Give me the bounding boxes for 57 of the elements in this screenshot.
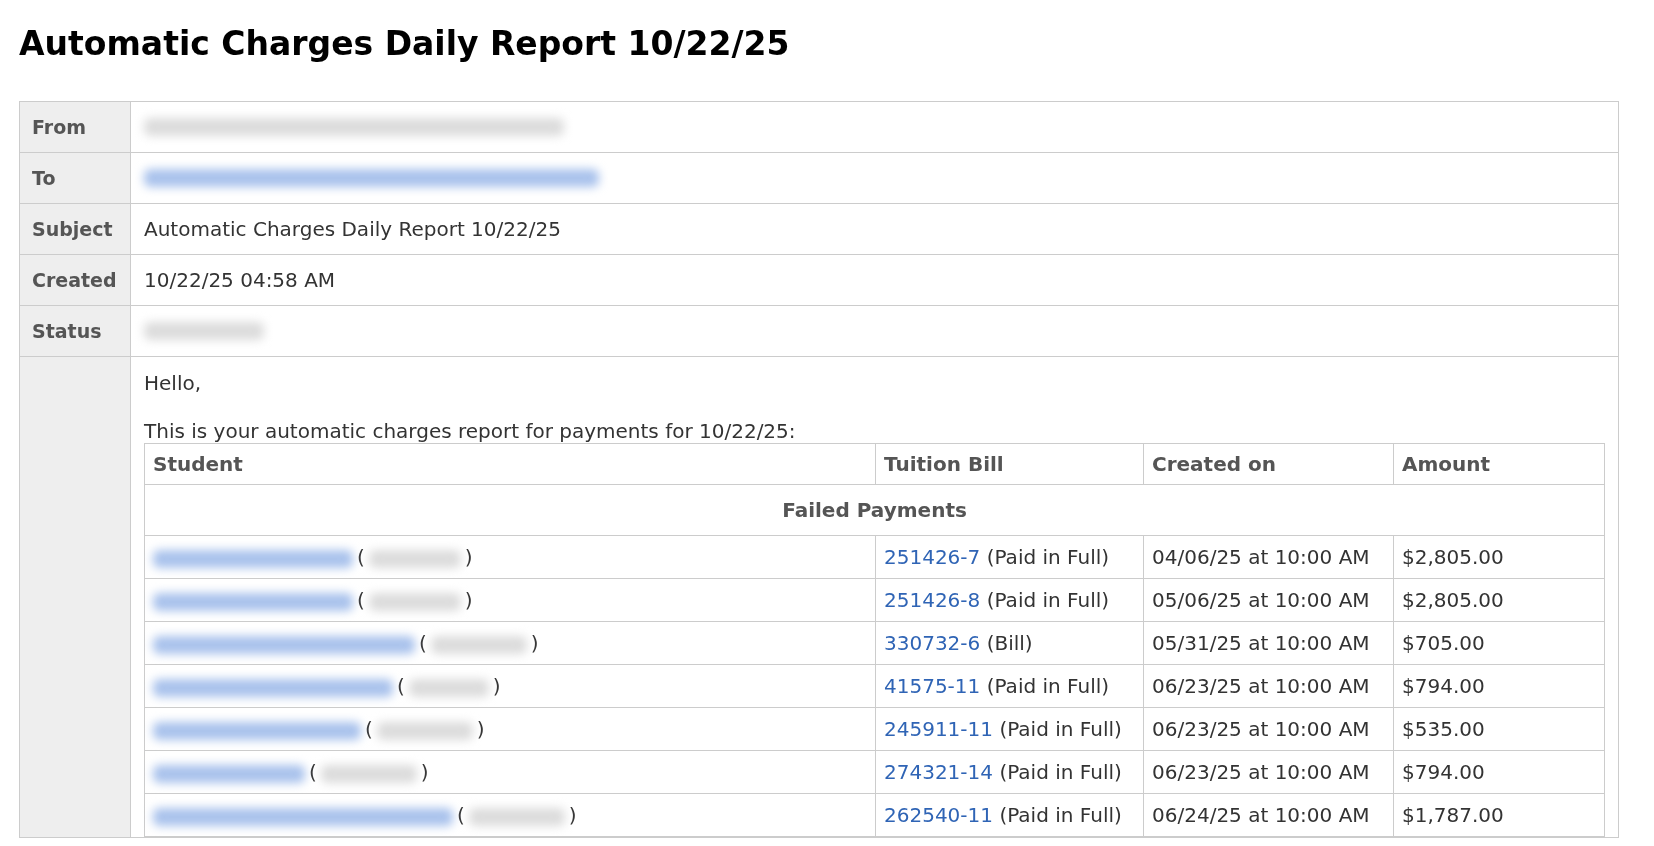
- bill-status: (Paid in Full): [999, 760, 1122, 784]
- paren-text: ): [492, 674, 501, 698]
- field-label: To: [20, 153, 131, 204]
- bill-status: (Paid in Full): [999, 803, 1122, 827]
- bill-link[interactable]: 251426-8: [884, 588, 981, 612]
- table-cell: 05/06/25 at 10:00 AM: [1143, 578, 1394, 622]
- paren-text: (: [357, 588, 365, 612]
- bill-link[interactable]: 41575-11: [884, 674, 981, 698]
- table-cell: $794.00: [1393, 750, 1605, 794]
- page-title: Automatic Charges Daily Report 10/22/25: [19, 24, 791, 63]
- field-value: Automatic Charges Daily Report 10/22/25: [144, 217, 561, 241]
- bill-status: (Paid in Full): [986, 674, 1110, 698]
- bill-status: (Bill): [986, 631, 1033, 655]
- table-cell: 06/23/25 at 10:00 AM: [1143, 707, 1394, 751]
- table-cell: 06/24/25 at 10:00 AM: [1143, 793, 1394, 837]
- bill-link[interactable]: 274321-14: [884, 760, 993, 784]
- field-label: Status: [20, 306, 131, 357]
- table-cell: $794.00: [1393, 664, 1605, 708]
- bill-link[interactable]: 251426-7: [884, 545, 981, 569]
- table-cell: 05/31/25 at 10:00 AM: [1143, 621, 1394, 665]
- table-cell: $705.00: [1393, 621, 1605, 665]
- table-cell: $2,805.00: [1393, 578, 1605, 622]
- paren-text: (: [457, 803, 465, 827]
- bill-link[interactable]: 245911-11: [884, 717, 993, 741]
- paren-text: ): [420, 760, 429, 784]
- table-cell: 06/23/25 at 10:00 AM: [1143, 664, 1394, 708]
- field-value: 10/22/25 04:58 AM: [144, 268, 336, 292]
- bill-status: (Paid in Full): [986, 588, 1110, 612]
- paren-text: ): [568, 803, 577, 827]
- paren-text: (: [309, 760, 317, 784]
- field-label: From: [20, 102, 131, 153]
- column-header: Amount: [1393, 443, 1605, 485]
- column-header: Student: [144, 443, 876, 485]
- bill-link[interactable]: 330732-6: [884, 631, 981, 655]
- table-cell: $1,787.00: [1393, 793, 1605, 837]
- column-header: Tuition Bill: [875, 443, 1144, 485]
- field-label: Subject: [20, 204, 131, 255]
- paren-text: (: [357, 545, 365, 569]
- paren-text: ): [464, 588, 473, 612]
- bill-status: (Paid in Full): [999, 717, 1122, 741]
- section-header: Failed Payments: [144, 484, 1605, 536]
- intro-text: This is your automatic charges report for payments for 10/22/25:: [144, 419, 797, 443]
- greeting-text: Hello,: [144, 371, 203, 395]
- table-cell: $535.00: [1393, 707, 1605, 751]
- paren-text: ): [464, 545, 473, 569]
- paren-text: ): [530, 631, 539, 655]
- table-cell: 06/23/25 at 10:00 AM: [1143, 750, 1394, 794]
- bill-status: (Paid in Full): [986, 545, 1110, 569]
- paren-text: (: [419, 631, 427, 655]
- field-label: Created: [20, 255, 131, 306]
- paren-text: ): [476, 717, 485, 741]
- table-cell: $2,805.00: [1393, 535, 1605, 579]
- table-cell: 04/06/25 at 10:00 AM: [1143, 535, 1394, 579]
- column-header: Created on: [1143, 443, 1394, 485]
- paren-text: (: [397, 674, 405, 698]
- bill-link[interactable]: 262540-11: [884, 803, 993, 827]
- paren-text: (: [365, 717, 373, 741]
